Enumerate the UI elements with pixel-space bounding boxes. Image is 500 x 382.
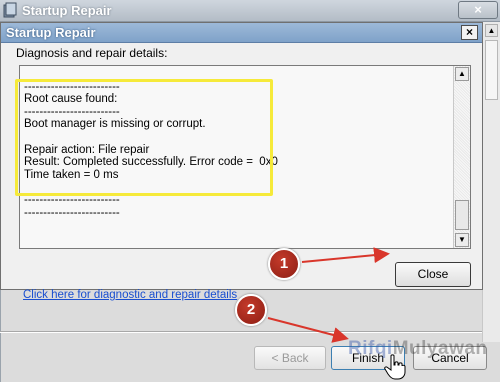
details-label: Diagnosis and repair details: bbox=[16, 46, 168, 60]
details-scrollbar[interactable]: ▲ ▼ bbox=[453, 66, 470, 248]
outer-close-button[interactable]: × bbox=[458, 1, 498, 19]
outer-window-title: Startup Repair bbox=[22, 3, 112, 18]
dialog-title: Startup Repair bbox=[6, 25, 96, 40]
startup-repair-app-icon bbox=[3, 2, 17, 18]
watermark: RifqiMulyawan bbox=[348, 338, 488, 360]
outer-scrollbar[interactable]: ▲ bbox=[482, 22, 500, 342]
dialog-close-icon[interactable]: × bbox=[461, 25, 478, 40]
annotation-marker-1: 1 bbox=[268, 248, 300, 280]
hand-pointer-cursor-icon bbox=[384, 354, 406, 380]
startup-repair-dialog: Startup Repair × Diagnosis and repair de… bbox=[0, 22, 483, 290]
dialog-titlebar: Startup Repair × bbox=[1, 23, 482, 43]
watermark-part-2: Mulyawan bbox=[392, 338, 488, 359]
back-button[interactable]: < Back bbox=[254, 346, 326, 370]
scroll-down-arrow-icon[interactable]: ▼ bbox=[455, 233, 469, 247]
scroll-up-arrow-icon[interactable]: ▲ bbox=[455, 67, 469, 81]
scroll-up-arrow-icon[interactable]: ▲ bbox=[485, 24, 498, 37]
root-cause-highlight bbox=[15, 79, 273, 196]
annotation-marker-2: 2 bbox=[235, 294, 267, 326]
footer-separator bbox=[0, 331, 482, 333]
close-button[interactable]: Close bbox=[395, 262, 471, 287]
details-scroll-thumb[interactable] bbox=[455, 200, 469, 230]
outer-scroll-thumb[interactable] bbox=[485, 40, 498, 100]
outer-window-titlebar: Startup Repair × bbox=[0, 0, 500, 22]
diagnostic-details-link[interactable]: Click here for diagnostic and repair det… bbox=[23, 289, 237, 301]
